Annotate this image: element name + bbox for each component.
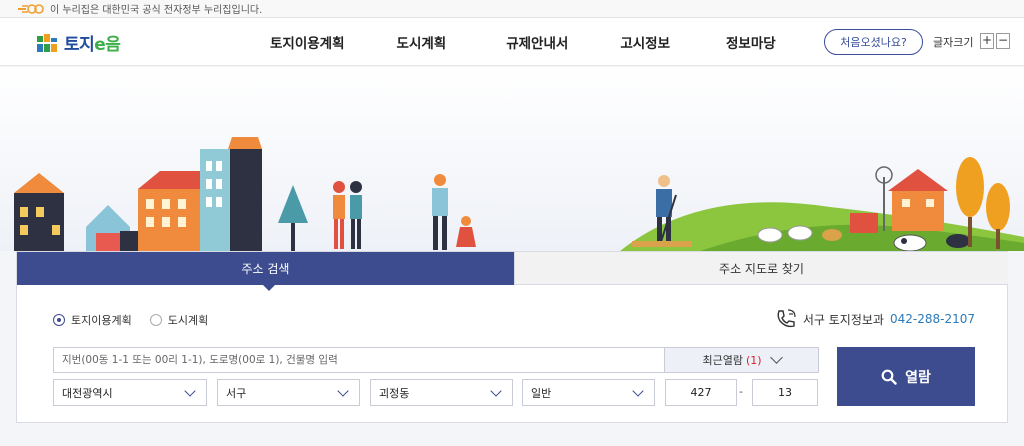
contact-info: 서구 토지정보과 042-288-2107 xyxy=(775,308,975,330)
search-type-radio-group: 토지이용계획 도시계획 xyxy=(53,312,208,328)
sigungu-value: 서구 xyxy=(226,386,247,400)
radio-unchecked-icon[interactable] xyxy=(149,314,162,326)
contact-department: 서구 토지정보과 xyxy=(802,312,884,327)
chevron-down-icon xyxy=(337,385,349,397)
tab-active-indicator xyxy=(262,284,276,291)
egov-logo-icon xyxy=(18,3,44,14)
dong-select[interactable]: 괴정동 xyxy=(370,379,513,406)
chevron-down-icon xyxy=(632,385,644,397)
main-lot-number-input[interactable] xyxy=(665,379,737,406)
nav-notice-info[interactable]: 고시정보 xyxy=(620,32,670,52)
chevron-down-icon xyxy=(490,385,502,397)
site-logo[interactable]: 토지e음 xyxy=(36,30,121,55)
chevron-down-icon xyxy=(184,385,196,397)
nav-land-use-plan[interactable]: 토지이용계획 xyxy=(270,32,345,52)
contact-phone-number[interactable]: 042-288-2107 xyxy=(890,312,975,326)
recent-views-label: 최근열람 xyxy=(702,354,743,367)
gov-banner-text: 이 누리집은 대한민국 공식 전자정부 누리집입니다. xyxy=(50,5,263,16)
hero-illustration xyxy=(0,67,1024,251)
lot-number-separator: - xyxy=(739,385,743,398)
dong-value: 괴정동 xyxy=(379,386,410,400)
view-button[interactable]: 열람 xyxy=(837,347,975,406)
land-type-value: 일반 xyxy=(531,386,552,400)
hero-illustration-art xyxy=(0,67,1024,251)
first-visit-button[interactable]: 처음오셨나요? xyxy=(824,29,923,55)
phone-icon xyxy=(777,309,796,328)
tab-map-search[interactable]: 주소 지도로 찾기 xyxy=(514,252,1008,285)
search-icon xyxy=(881,369,897,385)
radio-land-use-label: 토지이용계획 xyxy=(71,314,132,327)
recent-views-dropdown[interactable]: 최근열람 (1) xyxy=(665,347,819,373)
sigungu-select[interactable]: 서구 xyxy=(217,379,360,406)
nav-regulation-guide[interactable]: 규제안내서 xyxy=(506,32,568,52)
recent-views-count: (1) xyxy=(745,353,762,367)
radio-land-use-plan[interactable]: 토지이용계획 xyxy=(53,312,132,328)
gov-banner: 이 누리집은 대한민국 공식 전자정부 누리집입니다. xyxy=(0,0,1024,18)
main-nav: 토지이용계획 도시계획 규제안내서 고시정보 정보마당 xyxy=(248,18,776,66)
font-size-label: 글자크기 xyxy=(933,36,974,49)
tab-address-search[interactable]: 주소 검색 xyxy=(17,252,514,285)
land-type-select[interactable]: 일반 xyxy=(522,379,655,406)
radio-city-label: 도시계획 xyxy=(167,314,209,327)
sido-value: 대전광역시 xyxy=(62,386,113,400)
view-button-label: 열람 xyxy=(905,369,931,386)
nav-info-plaza[interactable]: 정보마당 xyxy=(726,32,776,52)
radio-city-plan[interactable]: 도시계획 xyxy=(149,312,209,328)
site-header: 토지e음 토지이용계획 도시계획 규제안내서 고시정보 정보마당 처음오셨나요?… xyxy=(0,18,1024,66)
font-decrease-button[interactable]: − xyxy=(996,33,1010,49)
sido-select[interactable]: 대전광역시 xyxy=(53,379,207,406)
radio-checked-icon[interactable] xyxy=(53,314,65,326)
nav-city-plan[interactable]: 도시계획 xyxy=(397,32,447,52)
toji-logo-icon xyxy=(37,33,57,52)
font-increase-button[interactable]: + xyxy=(980,33,994,49)
address-search-panel: 주소 검색 주소 지도로 찾기 토지이용계획 도시계획 서구 토지정보과 042… xyxy=(16,251,1008,423)
sub-lot-number-input[interactable] xyxy=(752,379,818,406)
chevron-down-icon xyxy=(769,351,783,364)
page-bottom-background xyxy=(0,424,1024,446)
logo-text: 토지e음 xyxy=(64,35,121,55)
address-search-input[interactable] xyxy=(53,347,665,373)
